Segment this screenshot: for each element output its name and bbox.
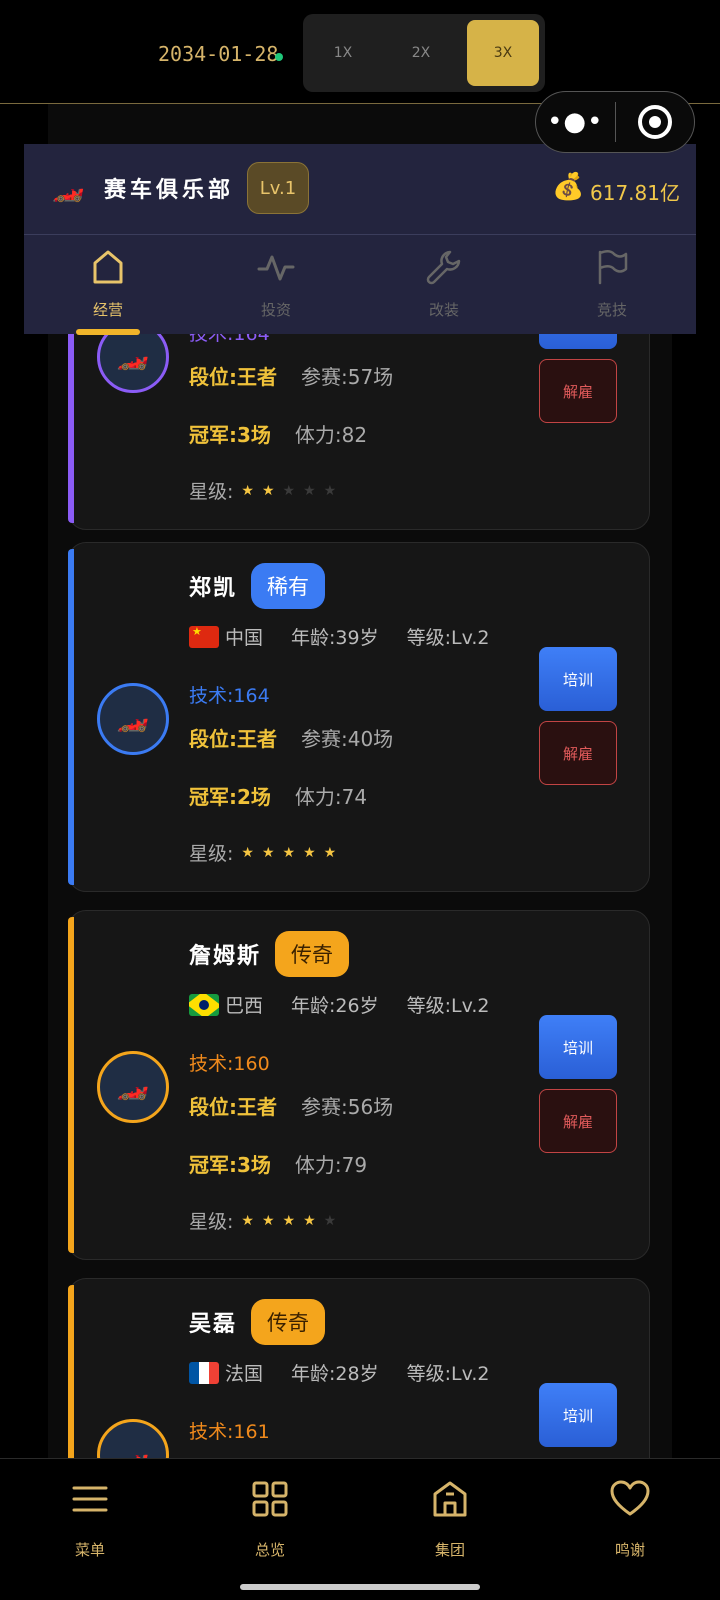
tech-stat: 技术:160: [189, 1053, 270, 1075]
speed-1x-button[interactable]: 1X: [307, 20, 379, 86]
driver-card: 🏎️ 郑凯 稀有 中国 年龄:39岁 等级:Lv.2 技术:164 段位:王者参…: [68, 542, 650, 892]
rarity-accent: [68, 1285, 74, 1458]
rarity-badge: 传奇: [275, 931, 350, 977]
driver-avatar: 🏎️: [97, 683, 169, 755]
driver-info: 中国 年龄:39岁 等级:Lv.2: [189, 623, 490, 650]
star-icon: ★: [261, 482, 275, 499]
star-icon: ★: [282, 1212, 296, 1229]
club-level-badge: Lv.1: [247, 162, 309, 214]
star-rating: 星级: ★ ★ ★ ★ ★: [189, 481, 337, 503]
status-bar: 2034-01-28 1X 2X 3X: [0, 0, 720, 104]
star-icon: ★: [241, 1212, 254, 1229]
driver-avatar: 🏎️: [97, 1051, 169, 1123]
tab-modify[interactable]: 改装: [360, 235, 528, 335]
wrench-icon: [426, 250, 461, 285]
star-icon: ★: [261, 1212, 275, 1229]
building-icon: [433, 1481, 467, 1517]
tab-manage[interactable]: 经营: [24, 235, 192, 335]
fire-button[interactable]: 解雇: [539, 1089, 617, 1153]
wins-stamina: 冠军:3场 体力:82: [189, 423, 368, 447]
driver-info: 巴西 年龄:26岁 等级:Lv.2: [189, 991, 490, 1018]
star-icon: ★: [282, 482, 296, 499]
nav-menu[interactable]: 菜单: [0, 1459, 180, 1589]
driver-name: 吴磊: [189, 1311, 238, 1337]
home-outline-icon: [93, 250, 123, 284]
train-button[interactable]: 培训: [539, 1383, 617, 1447]
race-car-icon: 🏎️: [116, 1440, 150, 1458]
bottom-nav: 菜单 总览 集团 鸣谢: [0, 1458, 720, 1600]
star-icon: ★: [303, 482, 316, 499]
rarity-badge: 传奇: [251, 1299, 326, 1345]
race-car-icon: 🏎️: [116, 342, 150, 372]
fire-button[interactable]: 解雇: [539, 359, 617, 423]
online-indicator: [275, 53, 283, 61]
money-balance: 617.81亿: [590, 181, 680, 205]
game-date: 2034-01-28: [158, 42, 279, 66]
rarity-accent: [68, 549, 74, 885]
nav-group[interactable]: 集团: [360, 1459, 540, 1589]
heart-icon: [610, 1480, 650, 1516]
home-indicator: [240, 1584, 480, 1590]
train-button[interactable]: 培训: [539, 647, 617, 711]
star-icon: ★: [282, 844, 296, 861]
speed-2x-button[interactable]: 2X: [385, 20, 457, 86]
rarity-accent: [68, 917, 74, 1253]
china-flag-icon: [189, 625, 219, 648]
club-title: 赛车俱乐部: [104, 177, 235, 203]
target-icon: [637, 105, 672, 139]
menu-icon: [72, 1486, 108, 1512]
star-icon: ★: [323, 482, 337, 499]
driver-info: 法国 年龄:28岁 等级:Lv.2: [189, 1359, 490, 1386]
tab-compete[interactable]: 竞技: [528, 235, 696, 335]
race-car-icon: 🏎️: [116, 1072, 150, 1102]
club-header: 🏎️ 赛车俱乐部 Lv.1 💰 617.81亿: [24, 144, 696, 234]
brazil-flag-icon: [189, 993, 219, 1016]
money-bag-icon: 💰: [552, 172, 585, 202]
star-icon: ★: [241, 844, 254, 861]
speed-selector: 1X 2X 3X: [303, 14, 545, 92]
race-car-icon: 🏎️: [116, 704, 150, 734]
star-rating: 星级: ★ ★ ★ ★ ★: [189, 1211, 337, 1233]
rank-races: 段位:王者 参赛:57场: [189, 365, 394, 389]
miniprogram-capsule: •●•: [535, 91, 695, 153]
close-miniprogram-button[interactable]: [616, 105, 695, 139]
nav-overview[interactable]: 总览: [180, 1459, 360, 1589]
more-options-icon[interactable]: •●•: [536, 107, 615, 137]
star-icon: ★: [241, 482, 254, 499]
driver-card: 🏎️ 詹姆斯 传奇 巴西 年龄:26岁 等级:Lv.2 技术:160 段位:王者…: [68, 910, 650, 1260]
tech-stat: 技术:161: [189, 1421, 270, 1443]
nav-thanks[interactable]: 鸣谢: [540, 1459, 720, 1589]
france-flag-icon: [189, 1361, 219, 1384]
star-icon: ★: [323, 1212, 337, 1229]
tab-bar: 经营 投资 改装 竞技: [24, 234, 696, 335]
star-icon: ★: [303, 1212, 316, 1229]
driver-card: 🏎️ 吴磊 传奇 法国 年龄:28岁 等级:Lv.2 技术:161 培训: [68, 1278, 650, 1458]
train-button[interactable]: 培训: [539, 1015, 617, 1079]
flag-icon: [598, 250, 628, 285]
rarity-badge: 稀有: [251, 563, 326, 609]
rank-races: 段位:王者 参赛:40场: [189, 727, 394, 751]
rank-races: 段位:王者 参赛:56场: [189, 1095, 394, 1119]
tab-invest[interactable]: 投资: [192, 235, 360, 335]
star-icon: ★: [323, 844, 337, 861]
pulse-icon: [257, 255, 295, 281]
star-rating: 星级: ★ ★ ★ ★ ★: [189, 843, 337, 865]
wins-stamina: 冠军:3场 体力:79: [189, 1153, 368, 1177]
grid-icon: [252, 1481, 288, 1517]
driver-name: 郑凯: [189, 575, 238, 601]
race-car-icon: 🏎️: [52, 174, 85, 204]
wins-stamina: 冠军:2场 体力:74: [189, 785, 368, 809]
star-icon: ★: [303, 844, 316, 861]
tech-stat: 技术:164: [189, 685, 270, 707]
driver-avatar: 🏎️: [97, 1419, 169, 1458]
driver-name: 詹姆斯: [189, 943, 262, 969]
speed-3x-button[interactable]: 3X: [467, 20, 539, 86]
star-icon: ★: [261, 844, 275, 861]
active-tab-indicator: [76, 329, 140, 335]
fire-button[interactable]: 解雇: [539, 721, 617, 785]
